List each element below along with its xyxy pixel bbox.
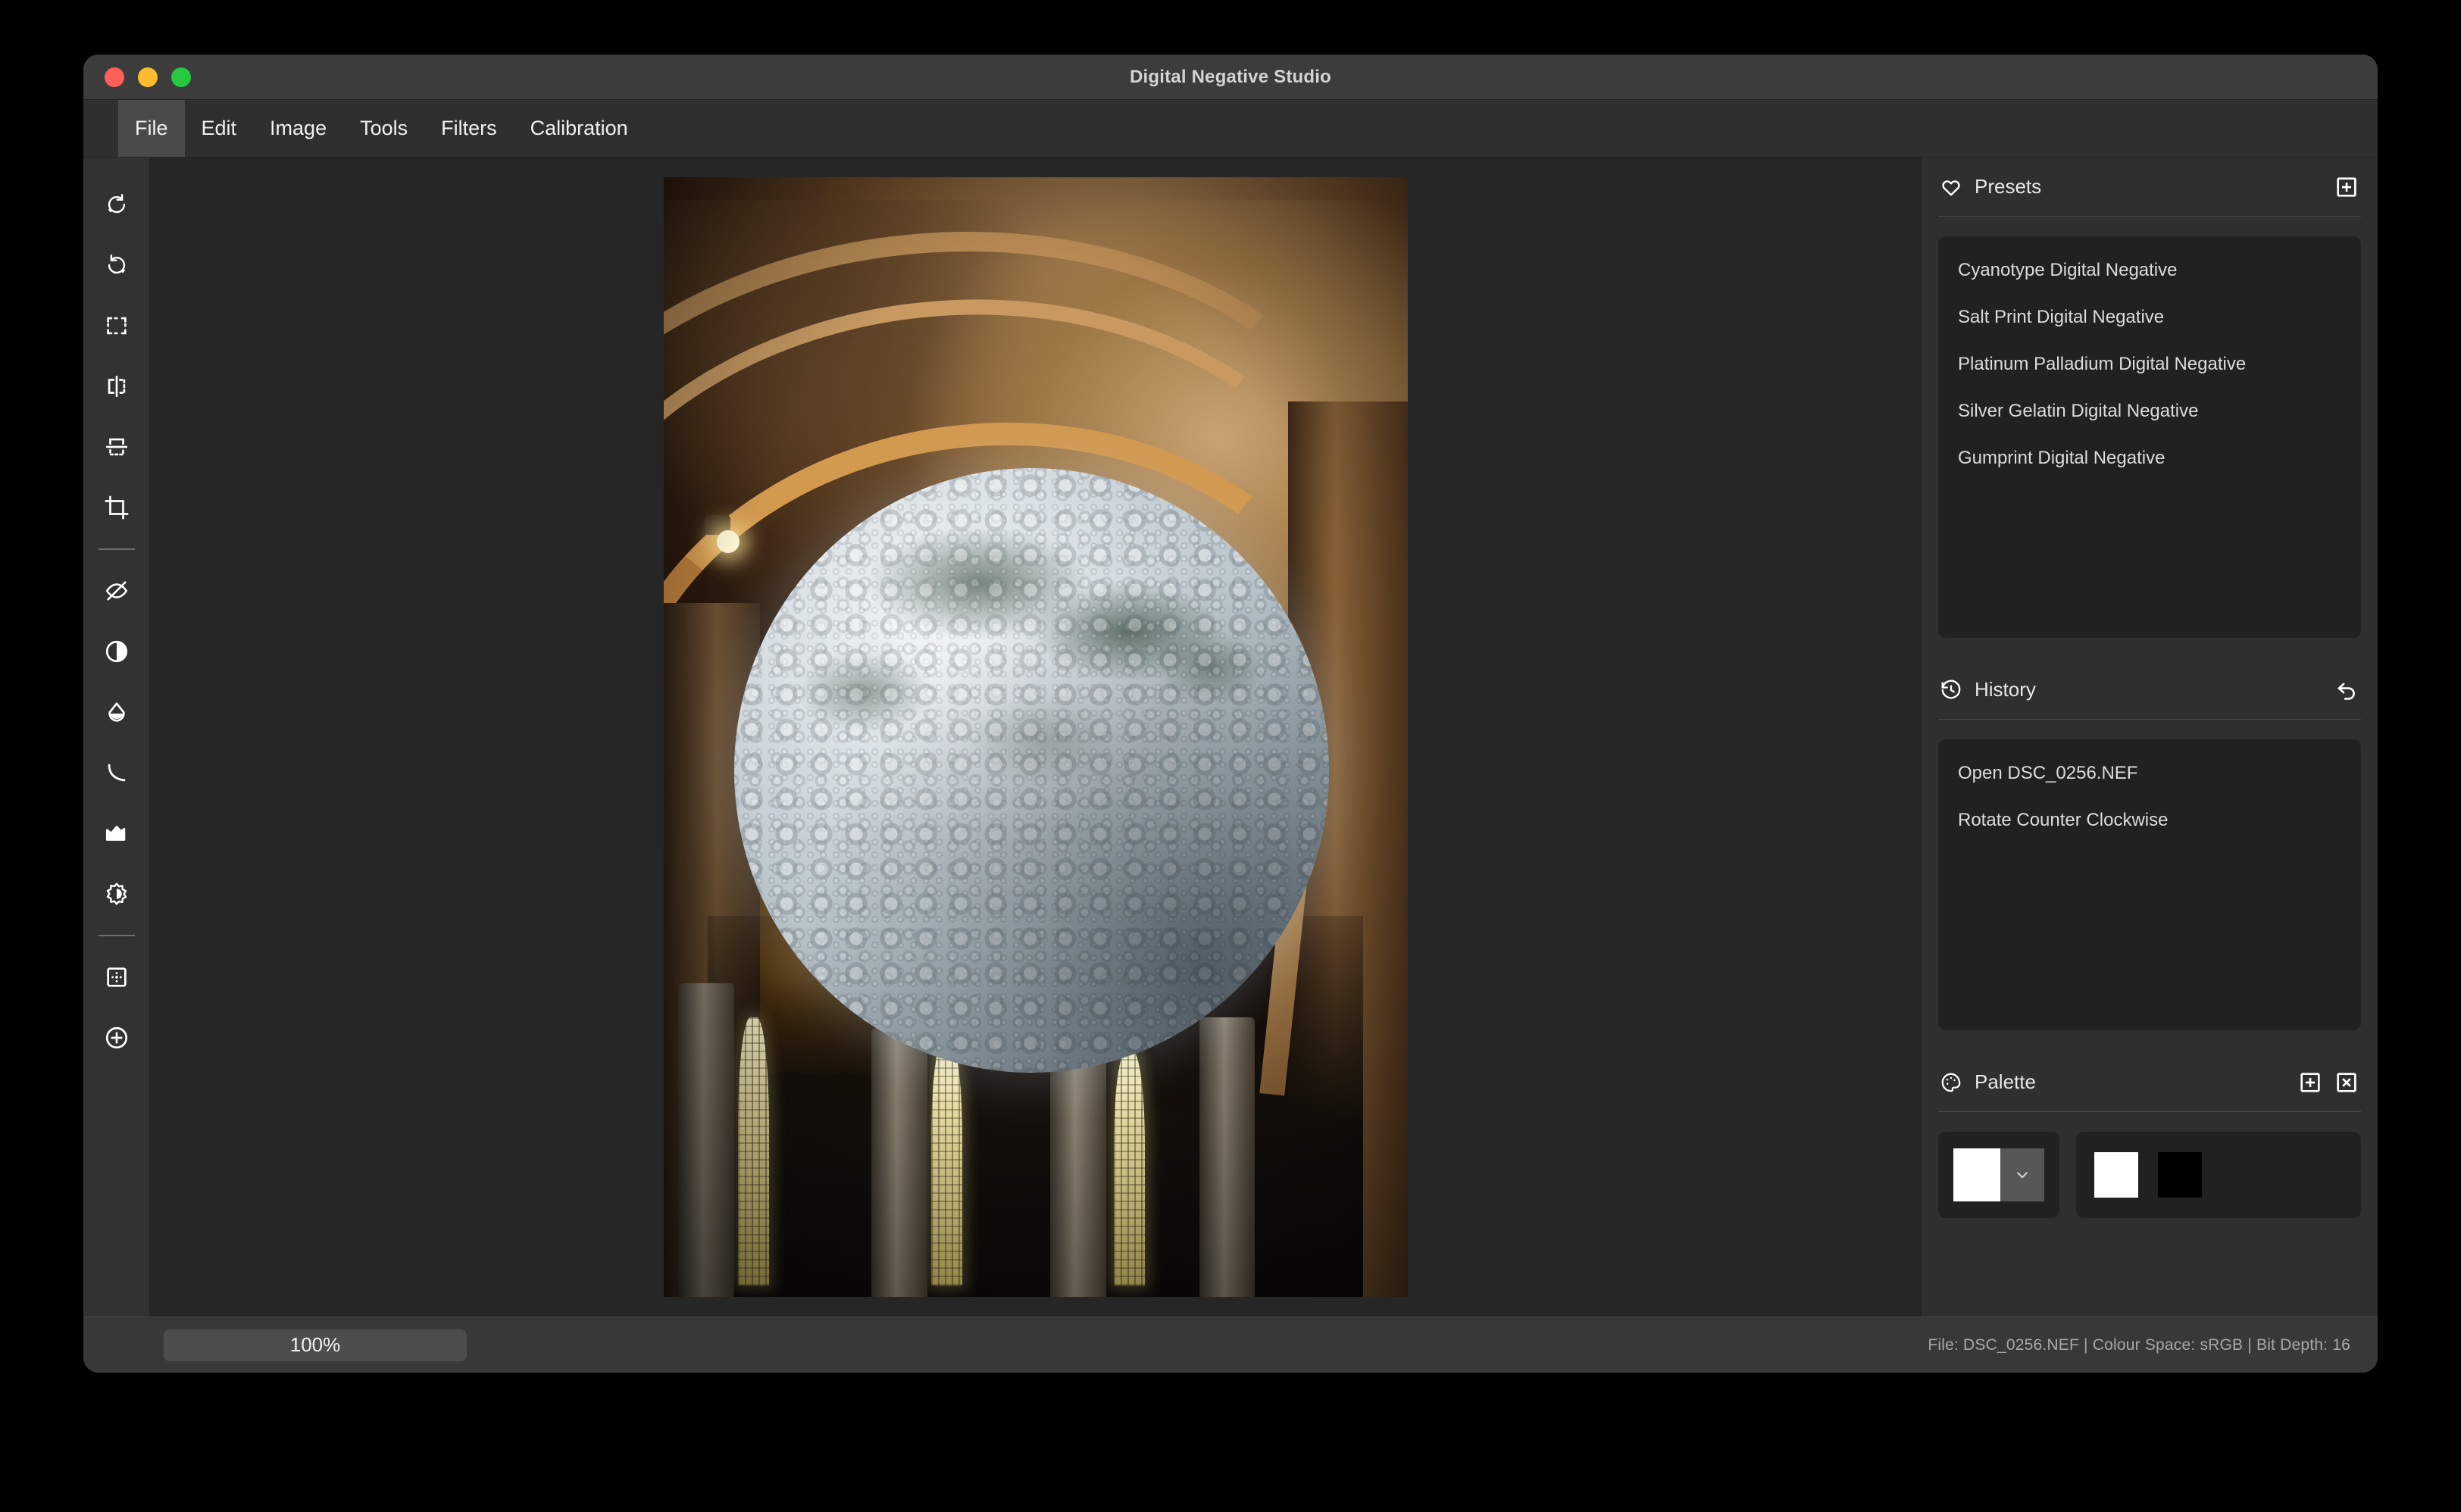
tool-sidebar: [83, 158, 150, 1317]
history-header: History: [1938, 661, 2361, 720]
preset-item[interactable]: Silver Gelatin Digital Negative: [1938, 388, 2361, 435]
rotate-counter-clockwise-icon[interactable]: [94, 235, 139, 295]
menu-image[interactable]: Image: [253, 100, 343, 157]
history-title: History: [1975, 678, 2325, 701]
palette-title: Palette: [1975, 1070, 2288, 1094]
app-body: Presets Cyanotype Digital Negative Salt …: [83, 158, 2378, 1317]
photo-vignette: [664, 177, 1408, 1297]
heart-icon: [1938, 174, 1964, 200]
history-item[interactable]: Rotate Counter Clockwise: [1938, 797, 2361, 844]
palette-header: Palette: [1938, 1053, 2361, 1112]
chevron-down-icon[interactable]: [2000, 1148, 2044, 1201]
preset-item[interactable]: Salt Print Digital Negative: [1938, 294, 2361, 341]
selection-marquee-icon[interactable]: [94, 295, 139, 356]
menu-bar: File Edit Image Tools Filters Calibratio…: [83, 100, 2378, 158]
current-colour-swatch[interactable]: [1953, 1148, 2000, 1201]
palette-swatch-white[interactable]: [2094, 1152, 2138, 1198]
presets-header: Presets: [1938, 158, 2361, 217]
palette-body: [1938, 1132, 2361, 1218]
palette-icon: [1938, 1070, 1964, 1095]
preset-item[interactable]: Platinum Palladium Digital Negative: [1938, 341, 2361, 388]
menu-filters[interactable]: Filters: [424, 100, 514, 157]
add-layer-icon[interactable]: [94, 1007, 139, 1068]
invert-negative-icon[interactable]: [94, 561, 139, 621]
menu-edit[interactable]: Edit: [185, 100, 254, 157]
brightness-icon[interactable]: [94, 864, 139, 924]
palette-swatch-black[interactable]: [2158, 1152, 2202, 1198]
menu-tools[interactable]: Tools: [343, 100, 424, 157]
title-bar: Digital Negative Studio: [83, 55, 2378, 100]
history-item[interactable]: Open DSC_0256.NEF: [1938, 750, 2361, 797]
toolbar-separator: [99, 935, 135, 936]
grid-calibration-icon[interactable]: [94, 947, 139, 1007]
history-clock-icon: [1938, 677, 1964, 703]
image-canvas[interactable]: [150, 158, 1922, 1317]
toolbar-separator: [99, 548, 135, 550]
file-metadata: File: DSC_0256.NEF | Colour Space: sRGB …: [1928, 1336, 2350, 1354]
contrast-icon[interactable]: [94, 621, 139, 682]
levels-histogram-icon[interactable]: [94, 803, 139, 864]
right-panel: Presets Cyanotype Digital Negative Salt …: [1922, 158, 2378, 1317]
zoom-level-indicator[interactable]: 100%: [164, 1329, 467, 1361]
window-title: Digital Negative Studio: [83, 67, 2378, 88]
presets-list[interactable]: Cyanotype Digital Negative Salt Print Di…: [1938, 236, 2361, 638]
blur-drop-icon[interactable]: [94, 682, 139, 742]
presets-title: Presets: [1975, 175, 2325, 198]
curves-icon[interactable]: [94, 742, 139, 803]
flip-horizontal-icon[interactable]: [94, 356, 139, 417]
menu-file[interactable]: File: [118, 100, 185, 157]
undo-button[interactable]: [2332, 676, 2361, 704]
remove-colour-button[interactable]: [2332, 1068, 2361, 1097]
crop-icon[interactable]: [94, 477, 139, 538]
preset-item[interactable]: Cyanotype Digital Negative: [1938, 247, 2361, 294]
photo-preview[interactable]: [664, 177, 1408, 1297]
add-preset-button[interactable]: [2332, 173, 2361, 201]
menu-calibration[interactable]: Calibration: [514, 100, 645, 157]
app-window: Digital Negative Studio File Edit Image …: [83, 55, 2378, 1373]
preset-item[interactable]: Gumprint Digital Negative: [1938, 435, 2361, 482]
palette-swatches[interactable]: [2076, 1132, 2361, 1218]
add-colour-button[interactable]: [2296, 1068, 2325, 1097]
flip-vertical-icon[interactable]: [94, 417, 139, 477]
current-colour-picker[interactable]: [1938, 1132, 2059, 1218]
history-list[interactable]: Open DSC_0256.NEF Rotate Counter Clockwi…: [1938, 739, 2361, 1030]
rotate-clockwise-icon[interactable]: [94, 174, 139, 235]
status-bar: 100% File: DSC_0256.NEF | Colour Space: …: [83, 1317, 2378, 1373]
